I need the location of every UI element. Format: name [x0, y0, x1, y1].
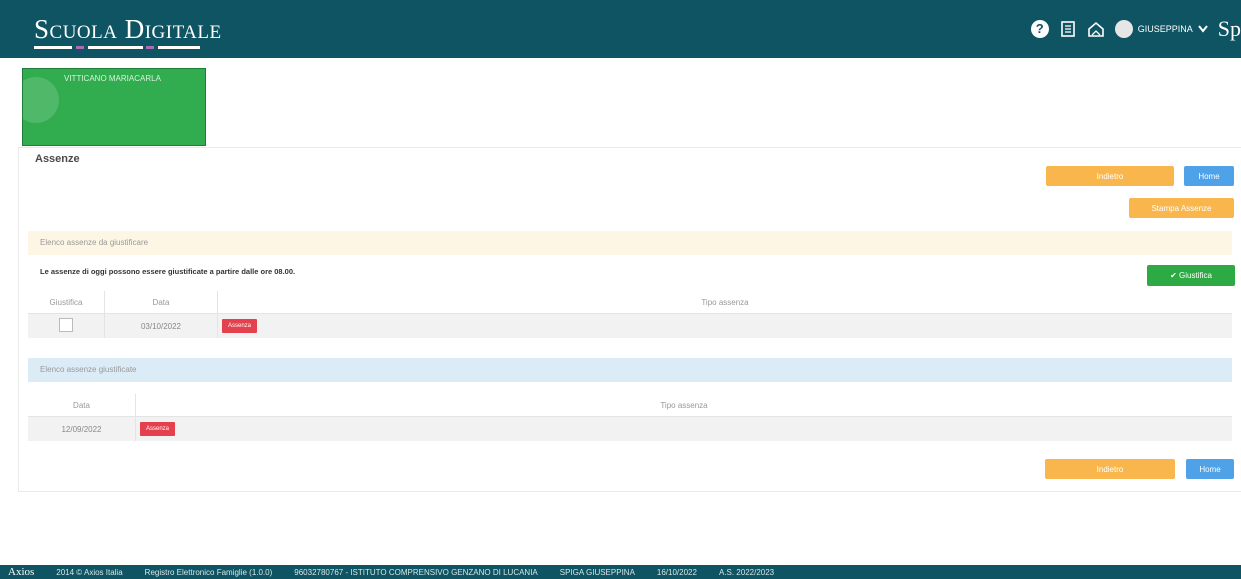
home-icon[interactable] [1087, 20, 1105, 38]
home-button-label: Home [1199, 464, 1221, 474]
table-row: 03/10/2022 Assenza [28, 313, 1232, 338]
justify-button[interactable]: ✔ Giustifica [1147, 265, 1235, 286]
print-absences-label: Stampa Assenze [1151, 203, 1212, 213]
type-cell: Assenza [217, 313, 1232, 338]
footer-product: Registro Elettronico Famiglie (1.0.0) [144, 567, 273, 577]
avatar [1114, 20, 1133, 38]
footer-school-year: A.S. 2022/2023 [718, 567, 775, 577]
brand-underline [158, 46, 200, 49]
col-date: Data [104, 291, 218, 314]
top-navbar: Scuola Digitale ? GIUSEPPINA Sp [0, 0, 1241, 58]
table-header-row: Giustifica Data Tipo assenza [28, 291, 1232, 314]
footer: Axios 2014 © Axios Italia Registro Elett… [0, 565, 1241, 579]
book-icon[interactable] [1059, 20, 1077, 38]
type-cell: Assenza [135, 416, 1232, 441]
page-title: Assenze [35, 153, 80, 165]
footer-copyright: 2014 © Axios Italia [56, 567, 123, 577]
table-row: 12/09/2022 Assenza [28, 416, 1232, 441]
justify-note: Le assenze di oggi possono essere giusti… [40, 267, 296, 276]
app-brand[interactable]: Scuola Digitale [34, 14, 222, 45]
footer-school: 96032780767 - ISTITUTO COMPRENSIVO GENZA… [294, 567, 538, 577]
absences-panel: Assenze Indietro Home Stampa Assenze Ele… [18, 147, 1241, 492]
user-name: GIUSEPPINA [1137, 24, 1193, 34]
footer-date: 16/10/2022 [656, 567, 697, 577]
sp-logo[interactable]: Sp [1218, 16, 1241, 42]
user-menu[interactable]: GIUSEPPINA [1114, 20, 1208, 38]
brand-underline [34, 46, 72, 49]
student-card-decoration [23, 77, 59, 123]
col-absence-type: Tipo assenza [217, 291, 1232, 314]
footer-user: SPIGA GIUSEPPINA [559, 567, 635, 577]
back-button-label: Indietro [1096, 464, 1124, 474]
justified-header: Elenco assenze giustificate [28, 358, 1232, 382]
back-button-label: Indietro [1096, 171, 1124, 181]
brand-underline-accent [146, 46, 154, 49]
date-cell: 12/09/2022 [28, 416, 136, 441]
home-button-top[interactable]: Home [1184, 166, 1234, 186]
to-justify-header: Elenco assenze da giustificare [28, 231, 1232, 255]
justified-table: Data Tipo assenza 12/09/2022 Assenza [28, 394, 1232, 441]
home-button-bottom[interactable]: Home [1186, 459, 1234, 479]
back-button-top[interactable]: Indietro [1046, 166, 1174, 186]
student-name: VITTICANO MARIACARLA [64, 74, 161, 83]
chevron-down-icon [1197, 25, 1208, 33]
table-header-row: Data Tipo assenza [28, 394, 1232, 417]
help-icon[interactable]: ? [1030, 20, 1049, 38]
footer-logo: Axios [8, 566, 35, 578]
brand-underline [88, 46, 143, 49]
to-justify-table: Giustifica Data Tipo assenza 03/10/2022 … [28, 291, 1232, 338]
absence-badge: Assenza [140, 422, 176, 436]
justify-checkbox[interactable] [59, 318, 73, 332]
date-cell: 03/10/2022 [104, 313, 218, 338]
absence-badge: Assenza [222, 319, 258, 333]
col-justify: Giustifica [28, 291, 105, 314]
home-button-label: Home [1198, 171, 1220, 181]
col-absence-type: Tipo assenza [135, 394, 1232, 417]
back-button-bottom[interactable]: Indietro [1045, 459, 1175, 479]
student-card[interactable]: VITTICANO MARIACARLA [22, 68, 206, 146]
check-icon: ✔ [1170, 271, 1180, 280]
justify-button-label: Giustifica [1179, 271, 1212, 280]
print-absences-button[interactable]: Stampa Assenze [1129, 198, 1234, 218]
col-date: Data [28, 394, 136, 417]
justify-cell [28, 313, 105, 338]
brand-underline-accent [76, 46, 84, 49]
top-actions: ? GIUSEPPINA Sp [1030, 16, 1241, 42]
